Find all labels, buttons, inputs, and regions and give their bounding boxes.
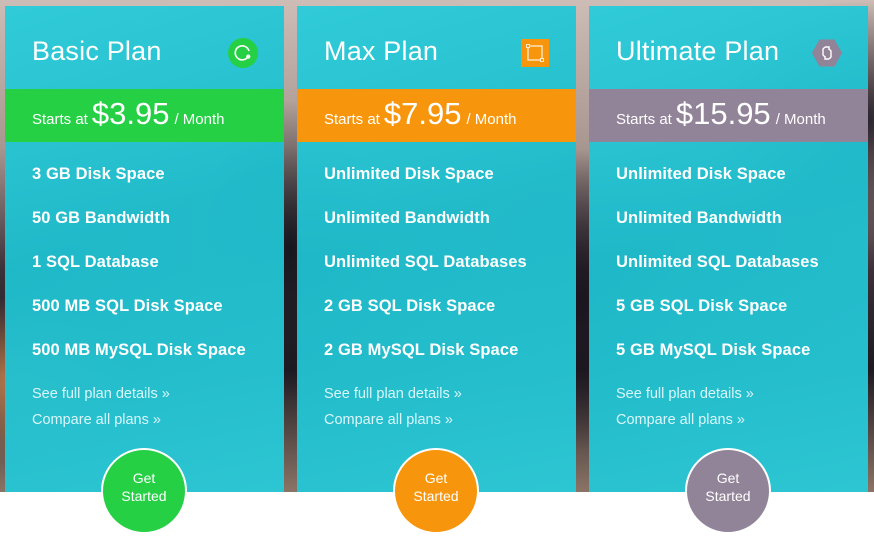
price-amount: $3.95 xyxy=(91,96,170,131)
cta-label-line1: Get xyxy=(132,470,156,486)
feature-item: 50 GB Bandwidth xyxy=(32,209,171,227)
feature-item: 5 GB SQL Disk Space xyxy=(616,297,788,315)
plan-links: See full plan details » Compare all plan… xyxy=(32,385,170,437)
see-full-plan-details-link[interactable]: See full plan details » xyxy=(32,385,170,411)
compare-all-plans-link[interactable]: Compare all plans » xyxy=(324,411,462,437)
cta-label-line2: Started xyxy=(121,488,167,504)
price-band: Starts at $3.95 / Month xyxy=(5,89,284,142)
feature-item: Unlimited Disk Space xyxy=(616,165,786,183)
price-prefix: Starts at xyxy=(32,111,88,128)
plan-title: Ultimate Plan xyxy=(616,36,780,66)
feature-list: 3 GB Disk Space 50 GB Bandwidth 1 SQL Da… xyxy=(32,164,246,384)
sync-arrows-icon xyxy=(812,39,842,67)
cta-label-line2: Started xyxy=(705,488,751,504)
plan-card-basic: Basic Plan Starts at $3.95 / Month 3 GB … xyxy=(5,6,284,492)
plan-links: See full plan details » Compare all plan… xyxy=(616,385,754,437)
plan-card-max: Max Plan Starts at $7.95 / Month Unlimit… xyxy=(297,6,576,492)
get-started-button-ultimate[interactable]: Get Started xyxy=(685,448,771,534)
square-selection-icon xyxy=(521,39,549,67)
feature-item: Unlimited Bandwidth xyxy=(616,209,782,227)
price-amount: $7.95 xyxy=(383,96,462,131)
feature-item: 3 GB Disk Space xyxy=(32,165,165,183)
feature-item: 1 SQL Database xyxy=(32,253,159,271)
feature-item: Unlimited SQL Databases xyxy=(324,253,527,271)
feature-item: Unlimited Bandwidth xyxy=(324,209,490,227)
price-band: Starts at $15.95 / Month xyxy=(589,89,868,142)
feature-list: Unlimited Disk Space Unlimited Bandwidth… xyxy=(616,164,819,384)
feature-item: 5 GB MySQL Disk Space xyxy=(616,341,811,359)
see-full-plan-details-link[interactable]: See full plan details » xyxy=(616,385,754,411)
plan-links: See full plan details » Compare all plan… xyxy=(324,385,462,437)
feature-list: Unlimited Disk Space Unlimited Bandwidth… xyxy=(324,164,527,384)
price-period: / Month xyxy=(775,111,826,128)
see-full-plan-details-link[interactable]: See full plan details » xyxy=(324,385,462,411)
compare-all-plans-link[interactable]: Compare all plans » xyxy=(32,411,170,437)
plan-title: Max Plan xyxy=(324,36,439,66)
feature-item: Unlimited Disk Space xyxy=(324,165,494,183)
cta-label-line1: Get xyxy=(424,470,448,486)
cta-label-line1: Get xyxy=(716,470,740,486)
price-amount: $15.95 xyxy=(675,96,771,131)
price-period: / Month xyxy=(466,111,517,128)
price-prefix: Starts at xyxy=(616,111,672,128)
plan-title: Basic Plan xyxy=(32,36,162,66)
get-started-button-basic[interactable]: Get Started xyxy=(101,448,187,534)
feature-item: Unlimited SQL Databases xyxy=(616,253,819,271)
price-prefix: Starts at xyxy=(324,111,380,128)
feature-item: 500 MB SQL Disk Space xyxy=(32,297,223,315)
price-band: Starts at $7.95 / Month xyxy=(297,89,576,142)
feature-item: 2 GB SQL Disk Space xyxy=(324,297,496,315)
plan-card-ultimate: Ultimate Plan Starts at $15.95 / Month U… xyxy=(589,6,868,492)
get-started-button-max[interactable]: Get Started xyxy=(393,448,479,534)
compare-all-plans-link[interactable]: Compare all plans » xyxy=(616,411,754,437)
price-period: / Month xyxy=(174,111,225,128)
cta-label-line2: Started xyxy=(413,488,459,504)
feature-item: 2 GB MySQL Disk Space xyxy=(324,341,519,359)
feature-item: 500 MB MySQL Disk Space xyxy=(32,341,246,359)
refresh-circle-icon xyxy=(228,38,258,68)
